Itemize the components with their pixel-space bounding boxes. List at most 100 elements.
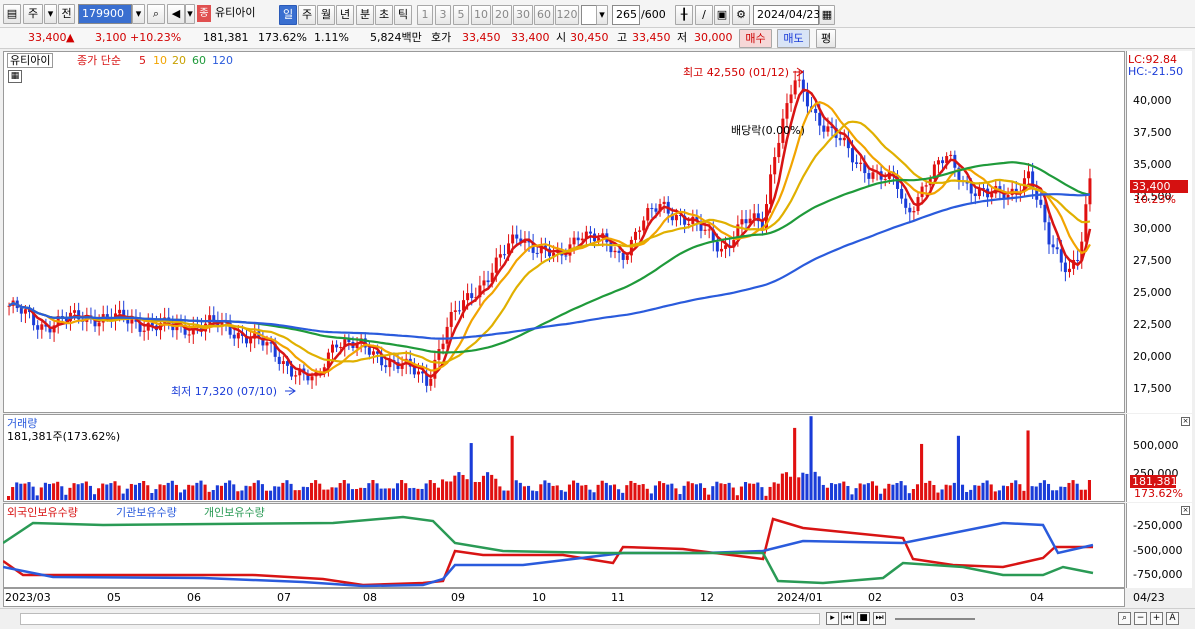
code-dropdown-icon[interactable]: ▾ xyxy=(132,4,145,24)
volume-bar xyxy=(170,480,174,500)
close-icon[interactable]: × xyxy=(1181,506,1190,515)
interval-3[interactable]: 3 xyxy=(435,5,451,25)
plus-icon[interactable]: + xyxy=(1150,612,1163,625)
candle-body xyxy=(617,250,621,253)
draw-tool-icon[interactable]: ∕ xyxy=(695,5,713,25)
period-day[interactable]: 일 xyxy=(279,5,297,25)
period-tick[interactable]: 틱 xyxy=(394,5,412,25)
interval-120[interactable]: 120 xyxy=(555,5,579,25)
volume-bar xyxy=(350,489,355,500)
volume-bar xyxy=(183,489,187,500)
prev-button[interactable]: 전 xyxy=(58,4,75,24)
volume-chart-svg[interactable] xyxy=(3,414,1125,502)
volume-bar xyxy=(105,484,109,500)
volume-bar xyxy=(748,483,752,500)
zoom-icon[interactable]: ⌕ xyxy=(1118,612,1131,625)
save-icon[interactable]: ▣ xyxy=(714,5,730,25)
candle-body xyxy=(466,293,470,301)
scroll-right-icon[interactable]: ▸ xyxy=(826,612,839,625)
volume-bar xyxy=(371,480,375,500)
mode-select[interactable]: 주 xyxy=(23,4,43,24)
interval-1[interactable]: 1 xyxy=(417,5,433,25)
volume-bar xyxy=(625,485,629,500)
candle-body xyxy=(662,201,666,205)
buy-button[interactable]: 매수 xyxy=(739,29,772,48)
volume-bar xyxy=(256,480,260,500)
interval-chevron-icon[interactable]: ▾ xyxy=(596,5,608,25)
interval-60[interactable]: 60 xyxy=(534,5,554,25)
first-icon[interactable]: ⏮ xyxy=(841,612,854,625)
ma-60: 60 xyxy=(192,54,206,67)
volume-bar xyxy=(764,495,768,500)
candle-body xyxy=(19,308,23,314)
period-minute[interactable]: 분 xyxy=(356,5,374,25)
candle-body xyxy=(502,254,506,256)
minus-icon[interactable]: − xyxy=(1134,612,1147,625)
volume-bar xyxy=(576,482,580,500)
volume-bar xyxy=(539,484,543,500)
candle-body xyxy=(1039,199,1043,205)
volume-bar xyxy=(305,487,309,500)
volume-bar xyxy=(707,494,711,500)
volume-bar xyxy=(649,493,653,500)
volume-bar xyxy=(825,487,829,500)
interval-10[interactable]: 10 xyxy=(471,5,491,25)
volume-bar xyxy=(596,484,600,500)
interval-20[interactable]: 20 xyxy=(492,5,512,25)
volume-bar xyxy=(424,483,428,500)
volume-bar xyxy=(461,474,465,500)
table-icon[interactable]: ▦ xyxy=(8,70,22,83)
volume-bar xyxy=(318,483,322,500)
count-total: /600 xyxy=(641,8,666,21)
volume-bar xyxy=(27,482,31,500)
speaker-icon[interactable]: ◀ xyxy=(167,4,185,24)
period-year[interactable]: 년 xyxy=(336,5,354,25)
count-input[interactable]: 265 xyxy=(612,5,640,25)
volume-bar xyxy=(506,490,510,500)
volume-bar xyxy=(1018,484,1022,500)
stop-icon[interactable]: ■ xyxy=(857,612,870,625)
window-icon[interactable]: ▤ xyxy=(3,4,21,24)
volume-bar xyxy=(592,492,596,500)
candle-body xyxy=(855,162,859,164)
series-institution: 기관보유수량 xyxy=(116,506,177,519)
volume-bar xyxy=(1034,486,1038,500)
date-input[interactable]: 2024/04/23 xyxy=(753,5,820,25)
flat-button[interactable]: 평 xyxy=(816,29,836,48)
candle-body xyxy=(842,137,846,141)
search-icon[interactable]: ⌕ xyxy=(147,4,165,24)
x-label: 04/23 xyxy=(1133,591,1165,604)
calendar-icon[interactable]: ▦ xyxy=(819,5,835,25)
period-month[interactable]: 월 xyxy=(317,5,335,25)
volume-bar xyxy=(473,481,477,500)
candle-type-icon[interactable]: ╂ xyxy=(675,5,693,25)
volume-bar xyxy=(281,482,285,500)
volume-bar xyxy=(1046,483,1051,500)
zoom-slider[interactable] xyxy=(895,618,975,620)
interval-5[interactable]: 5 xyxy=(453,5,469,25)
volume-bar xyxy=(870,481,874,500)
chevron-down-icon[interactable]: ▾ xyxy=(44,4,57,24)
stock-code-input[interactable]: 179900 xyxy=(78,4,132,24)
scroll-track[interactable] xyxy=(20,613,820,625)
candle-body xyxy=(142,330,146,332)
volume-bar xyxy=(862,484,866,500)
volume-bar xyxy=(39,487,43,500)
period-week[interactable]: 주 xyxy=(298,5,316,25)
candle-body xyxy=(990,193,994,198)
text-icon[interactable]: A xyxy=(1166,612,1179,625)
candle-body xyxy=(212,315,216,321)
period-second[interactable]: 초 xyxy=(375,5,393,25)
gear-icon[interactable]: ⚙ xyxy=(732,5,750,25)
volume: 181,381 xyxy=(203,31,249,44)
volume-bar xyxy=(297,490,301,500)
sell-button[interactable]: 매도 xyxy=(777,29,810,48)
interval-30[interactable]: 30 xyxy=(513,5,533,25)
candle-body xyxy=(470,293,474,299)
last-icon[interactable]: ⏭ xyxy=(873,612,886,625)
speaker-chevron-icon[interactable]: ▾ xyxy=(185,4,195,24)
volume-bar xyxy=(158,484,162,500)
close-icon[interactable]: × xyxy=(1181,417,1190,426)
candle-body xyxy=(621,252,625,260)
price-chart-svg[interactable] xyxy=(3,51,1125,413)
